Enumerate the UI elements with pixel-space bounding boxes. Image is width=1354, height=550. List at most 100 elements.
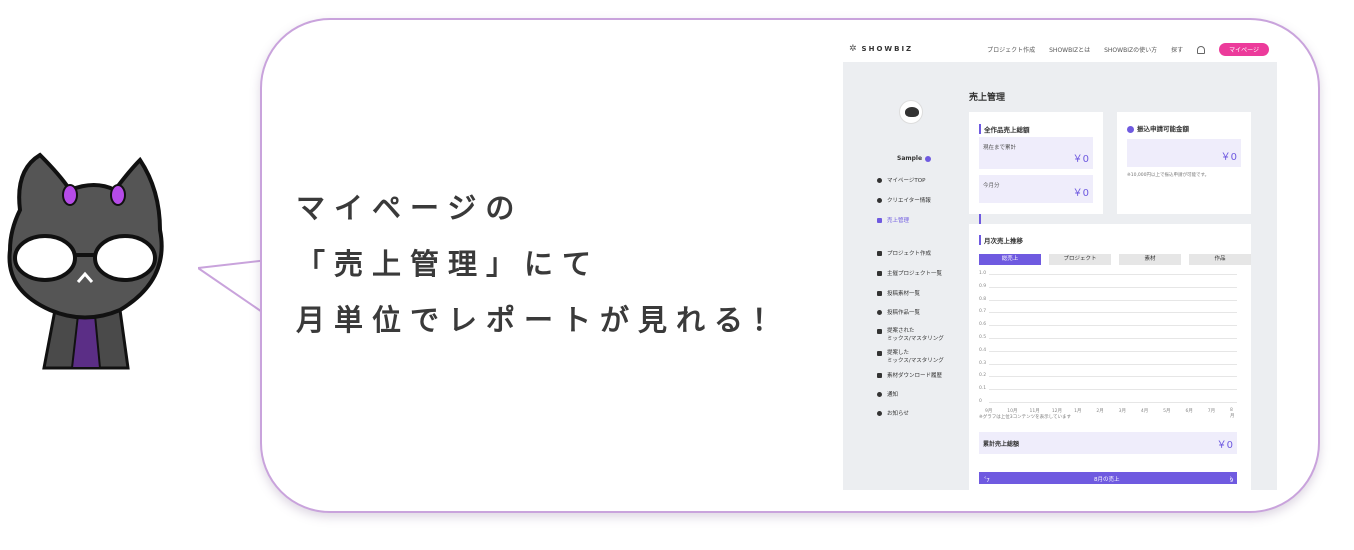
x-tick-label: 5月 [1163,409,1171,414]
grid-line [989,312,1237,314]
showbiz-logo[interactable]: ✲ SHOWBIZ [849,44,913,54]
x-tick-label: 4月 [1140,409,1149,414]
y-tick-label: 0.9 [979,283,987,289]
tab-project[interactable]: プロジェクト [1049,254,1111,265]
x-tick-label: 3月 [1118,409,1126,414]
flag-icon [877,270,882,276]
sidebar-item-news[interactable]: お知らせ [877,409,909,417]
bell-icon [877,391,882,397]
tab-total-sales[interactable]: 総売上 [979,254,1041,265]
nav-howto[interactable]: SHOWBIZの使い方 [1104,45,1157,54]
grid-line [989,402,1237,403]
sidebar-item-project-create[interactable]: プロジェクト作成 [877,249,931,257]
sidebar-item-my-proposed-mix[interactable]: 提案した ミックス/マスタリング [877,348,944,364]
cumulative-label: 現在まで累計 [983,145,1017,151]
grid-line [989,376,1237,378]
month-navigation: ‹ 7月 8月の売上 9月 › [979,472,1237,490]
cat-mascot-illustration [7,152,164,370]
avatar[interactable] [899,100,923,124]
logo-text: SHOWBIZ [861,45,914,53]
notification-bell-icon[interactable] [1197,45,1206,54]
sidebar-item-posted-materials[interactable]: 投稿素材一覧 [877,289,920,297]
verified-icon [925,155,932,162]
headline-line-2: 「売上管理」にて [296,247,601,281]
cumulative-box: 現在まで累計 ￥0 [979,137,1093,169]
monthly-sales-card: 月次売上推移 総売上 プロジェクト 素材 作品 1.0 0.9 0.8 0.7 0.6 0… [969,224,1251,490]
y-tick-label: 0.2 [979,373,987,379]
grid-line [989,325,1237,327]
x-tick-label: 8月 [1230,408,1235,419]
nav-project-create[interactable]: プロジェクト作成 [987,45,1035,54]
sidebar-item-mypage-top[interactable]: マイページTOP [877,176,925,184]
sidebar: Sample マイページTOP クリエイター情報 売上管理 プロジェクト作成 主… [869,62,981,490]
x-tick-label: 2月 [1096,409,1104,414]
info-icon [877,410,882,416]
this-month-box: 今月分 ￥0 [979,175,1093,203]
total-sales-card: 全作品売上総額 現在まで累計 ￥0 今月分 ￥0 [969,112,1103,214]
current-month-label: 8月の売上 [1094,477,1120,483]
sidebar-item-hosted-projects[interactable]: 主催プロジェクト一覧 [877,269,942,277]
withdraw-value: ￥0 [1220,152,1237,163]
x-tick-label: 6月 [1185,409,1193,414]
tail-joint-cover [262,262,272,314]
doc-icon [877,351,882,356]
y-tick-label: 0 [979,399,982,404]
total-sales-title: 全作品売上総額 [979,124,1030,134]
cumulative-total-value: ￥0 [1216,440,1233,451]
headline: マイページの 「売上管理」にて 月単位でレポートが見れる！ [296,180,790,348]
logo-star-icon: ✲ [849,44,859,54]
mypage-button[interactable]: マイページ [1219,43,1269,56]
grid-line [989,286,1237,288]
prev-month-button[interactable]: ‹ 7月 [984,475,992,490]
speech-bubble-tail [198,258,268,318]
nav-search[interactable]: 探す [1171,45,1183,54]
y-tick-label: 0.8 [979,296,987,302]
file-icon [877,290,882,296]
next-month-button[interactable]: 9月 › [1230,475,1236,490]
y-tick-label: 0.4 [979,347,987,353]
y-tick-label: 1.0 [979,271,987,276]
sidebar-item-creator-info[interactable]: クリエイター情報 [877,196,931,204]
top-navigation: ✲ SHOWBIZ プロジェクト作成 SHOWBIZとは SHOWBIZの使い方 … [843,36,1277,62]
sidebar-item-posted-works[interactable]: 投稿作品一覧 [877,308,920,316]
cumulative-value: ￥0 [1072,154,1089,165]
sidebar-item-sales[interactable]: 売上管理 [877,216,909,224]
gear-icon [877,197,882,203]
y-tick-label: 0.6 [979,322,987,328]
y-tick-label: 0.3 [979,360,987,366]
grid-line [989,338,1237,339]
x-tick-label: 1月 [1074,409,1082,414]
x-tick-label: 7月 [1207,409,1216,414]
promo-image: マイページの 「売上管理」にて 月単位でレポートが見れる！ ✲ SHOWBIZ プ… [0,0,1354,550]
grid-line [989,299,1237,301]
withdraw-title-row: 振込申請可能金額 [1127,123,1189,133]
page-title: 売上管理 [969,93,1006,103]
app-screenshot: ✲ SHOWBIZ プロジェクト作成 SHOWBIZとは SHOWBIZの使い方 … [843,36,1277,490]
sidebar-item-download-history[interactable]: 素材ダウンロード履歴 [877,371,942,379]
withdraw-title: 振込申請可能金額 [1137,125,1189,133]
grid-line [989,363,1237,365]
monthly-title: 月次売上推移 [979,235,1023,245]
y-tick-label: 0.7 [979,309,987,315]
y-tick-label: 0.1 [979,386,987,392]
withdraw-amount-box: ￥0 [1127,139,1241,167]
grid-line [989,350,1237,352]
tab-material[interactable]: 素材 [1119,254,1181,265]
disc-icon [877,309,882,315]
nav-about[interactable]: SHOWBIZとは [1049,45,1090,54]
tab-work[interactable]: 作品 [1189,254,1251,265]
y-tick-label: 0.5 [979,335,987,340]
username: Sample [897,155,932,162]
user-icon [877,177,882,183]
grid-line [989,389,1237,391]
sidebar-item-proposed-mix[interactable]: 提案された ミックス/マスタリング [877,326,944,342]
music-icon [877,250,882,256]
monthly-sales-chart: 1.0 0.9 0.8 0.7 0.6 0.5 0.4 0.3 0.2 0.1 0 9月 10月 11月 1… [979,271,1237,419]
sidebar-item-notifications[interactable]: 通知 [877,390,898,398]
withdraw-note: ※10,000円以上で振込申請が可能です。 [1127,173,1210,178]
headline-line-3: 月単位でレポートが見れる！ [296,303,791,337]
headline-line-1: マイページの [296,191,524,225]
money-bag-icon [1127,125,1134,133]
this-month-value: ￥0 [1072,188,1089,199]
download-icon [877,372,882,378]
